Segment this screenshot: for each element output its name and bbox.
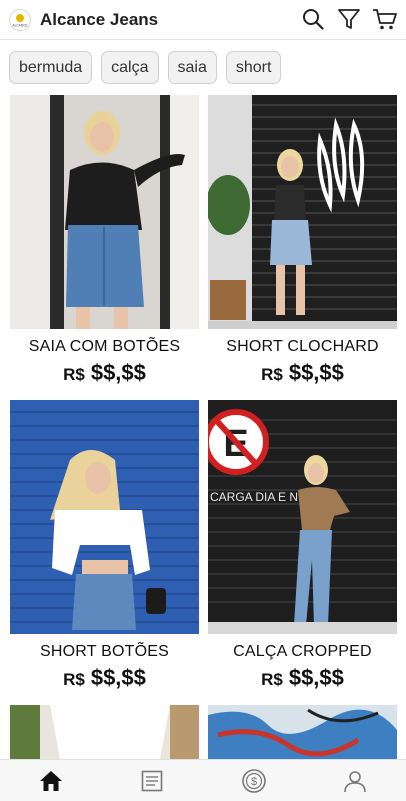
search-button[interactable] (298, 4, 328, 34)
product-price: R$ $$,$$ (63, 360, 146, 385)
product-price: R$ $$,$$ (63, 665, 146, 690)
app-title: Alcance Jeans (40, 9, 159, 29)
product-image[interactable]: E CARGA DIA E N (208, 400, 397, 634)
chip-calca[interactable]: calça (101, 51, 159, 84)
nav-profile[interactable] (335, 763, 375, 799)
cart-button[interactable] (370, 4, 400, 34)
chip-short[interactable]: short (225, 51, 282, 84)
svg-text:CARGA DIA E N: CARGA DIA E N (210, 490, 298, 504)
product-card[interactable]: E CARGA DIA E N CALÇA CROPPED R$$$,$$ (208, 400, 397, 691)
svg-text:ALCANCE: ALCANCE (12, 23, 27, 27)
product-card[interactable] (208, 705, 397, 759)
chip-bermuda[interactable]: bermuda (9, 51, 93, 84)
product-name: SHORT CLOCHARD (226, 338, 379, 355)
catalog-icon (141, 770, 163, 791)
product-image[interactable] (10, 705, 199, 759)
payments-icon: $ (241, 768, 266, 793)
product-price: R$ $$,$$ (261, 360, 344, 385)
product-image[interactable] (10, 95, 199, 329)
svg-text:$: $ (251, 776, 257, 788)
product-image[interactable] (208, 95, 397, 329)
search-icon (303, 9, 324, 30)
filter-button[interactable] (334, 4, 364, 34)
nav-catalog[interactable] (132, 763, 172, 799)
product-card[interactable] (10, 705, 199, 759)
app-bar: ALCANCE Alcance Jeans (0, 0, 406, 40)
product-name: SHORT BOTÕES (40, 643, 169, 660)
product-card[interactable]: SHORT BOTÕES R$ $$,$$ (10, 400, 199, 691)
product-price: R$ $$,$$ (261, 665, 344, 690)
home-icon (39, 770, 62, 791)
cart-icon (373, 9, 397, 30)
bottom-navigation: $ (0, 759, 406, 801)
category-chips: bermuda calça saia short (9, 51, 282, 84)
profile-icon (344, 770, 367, 792)
product-name: CALÇA CROPPED (233, 643, 372, 660)
brand-logo: ALCANCE (9, 8, 31, 31)
nav-payments[interactable]: $ (234, 763, 274, 799)
filter-icon (338, 9, 360, 29)
product-card[interactable]: SAIA COM BOTÕES R$ $$,$$ (10, 95, 199, 386)
product-name: SAIA COM BOTÕES (28, 338, 181, 355)
product-card[interactable]: SHORT CLOCHARD R$ $$,$$ (208, 95, 397, 386)
product-image[interactable] (10, 400, 199, 634)
chip-saia[interactable]: saia (167, 51, 217, 84)
product-image[interactable] (208, 705, 397, 759)
nav-home[interactable] (31, 763, 71, 799)
